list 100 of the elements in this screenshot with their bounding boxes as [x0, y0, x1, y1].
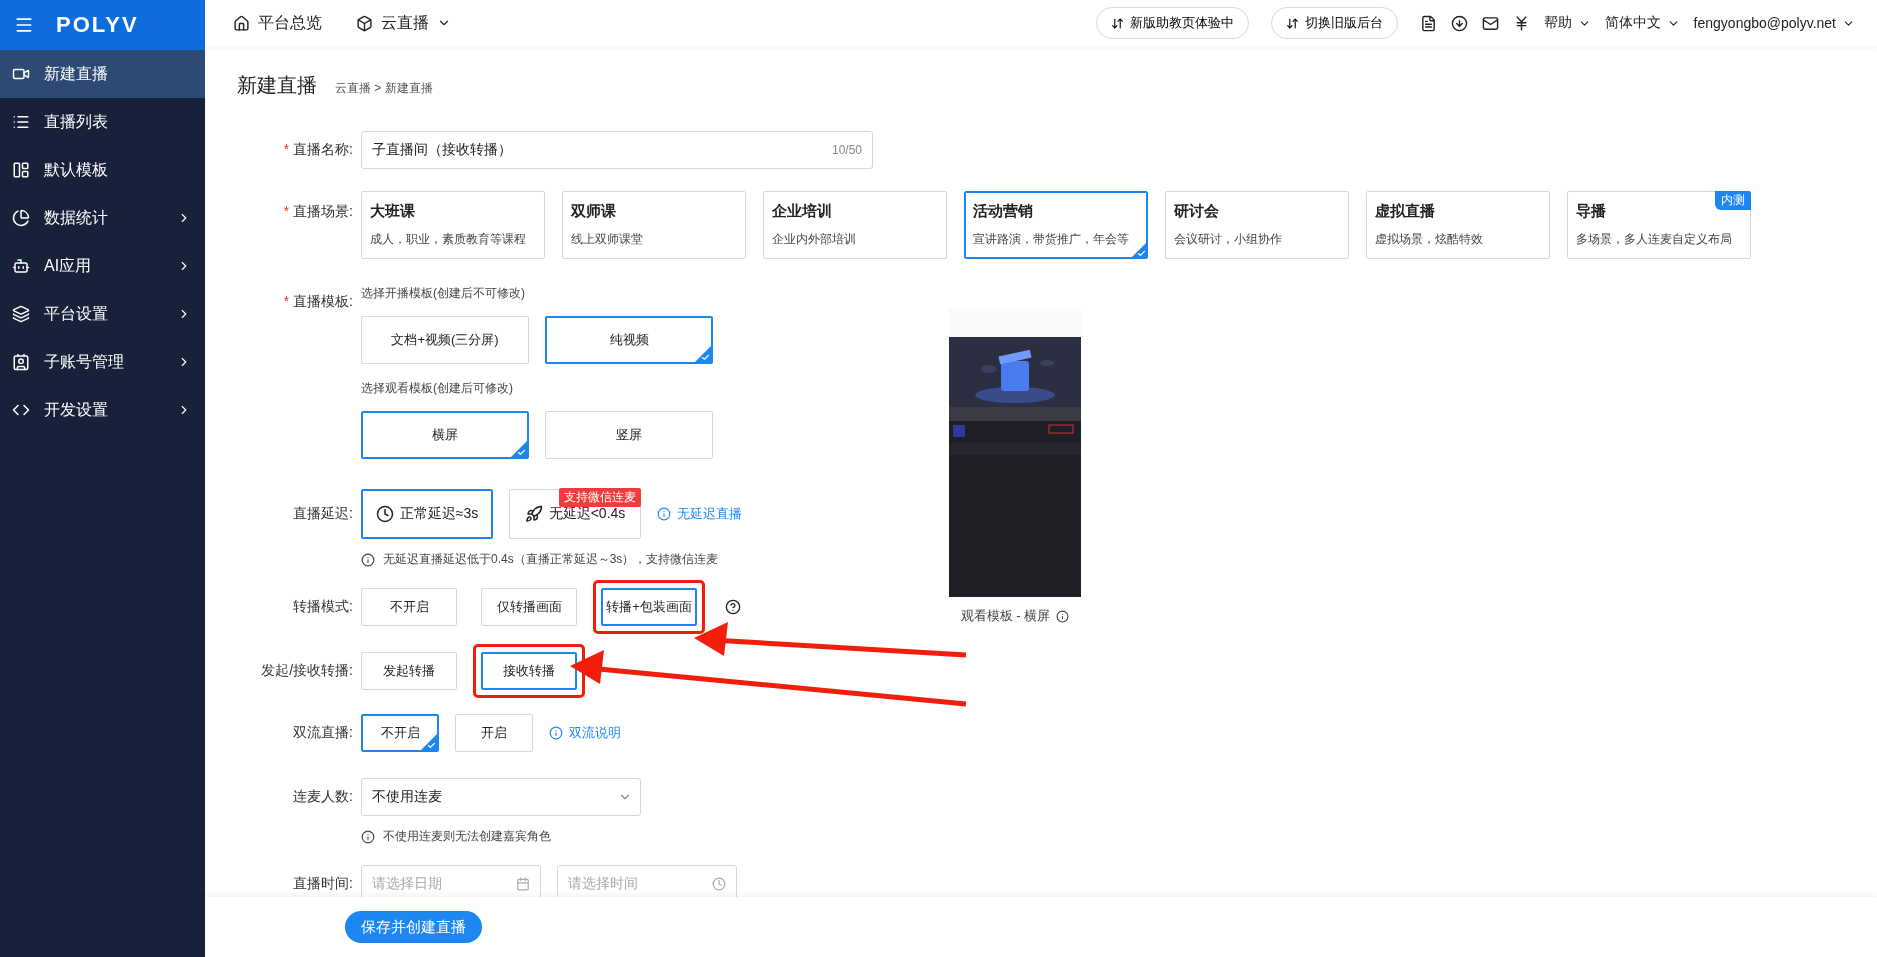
card-title: 双师课: [571, 202, 617, 221]
clock-icon: [375, 505, 394, 523]
card-description: 线上双师课堂: [571, 231, 644, 248]
nav-link[interactable]: 云直播: [356, 12, 451, 34]
info-icon: [549, 726, 563, 740]
option-button[interactable]: 正常延迟≈3s: [361, 489, 493, 539]
check-corner: [695, 346, 711, 362]
info-icon: [361, 552, 375, 567]
language-menu[interactable]: 简体中文: [1604, 14, 1680, 32]
card-title: 虚拟直播: [1375, 202, 1436, 221]
required-mark: *: [283, 293, 290, 309]
field-label: * 直播模板:: [282, 292, 354, 311]
menu-item-icon: [12, 305, 30, 323]
menu-item-icon: [12, 353, 30, 371]
option-button[interactable]: 开启: [455, 714, 533, 752]
note-text: 无延迟直播延迟低于0.4s（直播正常延迟～3s），支持微信连麦: [383, 551, 719, 568]
card-title: 导播: [1576, 202, 1607, 221]
home-icon: [233, 14, 250, 32]
card-description: 多场景，多人连麦自定义布局: [1576, 231, 1733, 248]
card-description: 虚拟场景，炫酷特效: [1375, 231, 1484, 248]
option-button[interactable]: 不开启: [361, 714, 439, 752]
option-button[interactable]: 仅转播画面: [481, 588, 577, 626]
scene-card[interactable]: 虚拟直播 虚拟场景，炫酷特效: [1366, 191, 1550, 259]
menu-item-icon: [12, 257, 30, 275]
sidebar-item[interactable]: 数据统计: [0, 194, 205, 242]
preview-caption: 观看模板 - 横屏: [960, 607, 1070, 625]
logo: POLYV: [56, 12, 139, 38]
scene-card[interactable]: 大班课 成人，职业，素质教育等课程: [361, 191, 545, 259]
option-button[interactable]: 纯视频: [545, 316, 713, 364]
info-link[interactable]: 无延迟直播: [657, 505, 742, 523]
page-title: 新建直播: [237, 73, 317, 98]
help-menu[interactable]: 帮助: [1543, 14, 1591, 32]
info-link[interactable]: 双流说明: [549, 724, 621, 742]
sidebar-item[interactable]: 平台设置: [0, 290, 205, 338]
hint-text: 选择开播模板(创建后不可修改): [361, 285, 526, 302]
user-menu[interactable]: fengyongbo@polyv.net: [1693, 15, 1855, 31]
note-text: 不使用连麦则无法创建嘉宾角色: [383, 828, 551, 845]
info-icon: [361, 829, 375, 844]
option-button[interactable]: 接收转播: [481, 652, 577, 690]
field-label: 转播模式:: [292, 598, 354, 616]
cube-icon: [356, 14, 373, 32]
option-button[interactable]: 发起转播: [361, 652, 457, 690]
sidebar-item[interactable]: 开发设置: [0, 386, 205, 434]
field-label: * 直播名称:: [282, 141, 354, 159]
nav-link[interactable]: 平台总览: [233, 12, 322, 34]
sidebar-item[interactable]: 直播列表: [0, 98, 205, 146]
sidebar-item[interactable]: AI应用: [0, 242, 205, 290]
menu-icon[interactable]: [14, 15, 34, 35]
option-button[interactable]: 竖屏: [545, 411, 713, 459]
required-mark: *: [283, 203, 290, 219]
mail-icon[interactable]: [1481, 14, 1499, 32]
sidebar-item[interactable]: 默认模板: [0, 146, 205, 194]
card-title: 企业培训: [772, 202, 833, 221]
scene-card[interactable]: 研讨会 会议研讨，小组协作: [1165, 191, 1349, 259]
field-label: 双流直播:: [292, 724, 354, 742]
document-icon[interactable]: [1419, 14, 1437, 32]
download-icon[interactable]: [1450, 14, 1468, 32]
field-label: * 直播场景:: [282, 202, 354, 221]
sidebar-item[interactable]: 新建直播: [0, 50, 205, 98]
card-title: 大班课: [370, 202, 416, 221]
calendar-icon: [516, 877, 530, 891]
help-icon[interactable]: [725, 599, 741, 615]
character-counter: 10/50: [831, 143, 862, 157]
option-button[interactable]: 不开启: [361, 588, 457, 626]
scene-card[interactable]: 双师课 线上双师课堂: [562, 191, 746, 259]
check-icon: [427, 741, 436, 750]
menu-item-icon: [12, 209, 30, 227]
tag: 内测: [1715, 191, 1751, 210]
swap-arrows-icon: [1110, 16, 1124, 30]
check-corner: [421, 734, 437, 750]
scene-card[interactable]: 内测 导播 多场景，多人连麦自定义布局: [1567, 191, 1751, 259]
card-title: 活动营销: [973, 202, 1034, 221]
check-corner: [511, 441, 527, 457]
save-button[interactable]: 保存并创建直播: [345, 911, 482, 943]
check-corner: [1131, 242, 1147, 258]
clock-icon: [712, 877, 726, 891]
check-icon: [517, 448, 526, 457]
menu-item-icon: [12, 161, 30, 179]
field-label: 直播延迟:: [292, 505, 354, 523]
rocket-icon: [524, 505, 543, 523]
hint-text: 选择观看模板(创建后可修改): [361, 380, 514, 397]
option-button[interactable]: 支持微信连麦 无延迟<0.4s: [509, 489, 641, 539]
scene-card[interactable]: 活动营销 宣讲路演，带货推广，年会等: [964, 191, 1148, 259]
select-field[interactable]: 不使用连麦: [361, 778, 641, 816]
top-button[interactable]: 新版助教页体验中: [1095, 7, 1249, 39]
sidebar-item[interactable]: 子账号管理: [0, 338, 205, 386]
tag: 支持微信连麦: [559, 488, 641, 507]
scene-card[interactable]: 企业培训 企业内外部培训: [763, 191, 947, 259]
option-button[interactable]: 文档+视频(三分屏): [361, 316, 529, 364]
option-button[interactable]: 横屏: [361, 411, 529, 459]
check-icon: [1137, 249, 1146, 258]
card-description: 宣讲路演，带货推广，年会等: [973, 231, 1130, 248]
required-mark: *: [283, 141, 290, 157]
field-label: 直播时间:: [292, 875, 354, 893]
top-button[interactable]: 切换旧版后台: [1270, 7, 1398, 39]
card-description: 企业内外部培训: [772, 231, 857, 248]
input-field[interactable]: 子直播间（接收转播） 10/50: [361, 131, 873, 169]
option-button[interactable]: 转播+包装画面: [601, 588, 697, 626]
card-title: 研讨会: [1174, 202, 1220, 221]
breadcrumb: 云直播 > 新建直播: [335, 80, 433, 97]
